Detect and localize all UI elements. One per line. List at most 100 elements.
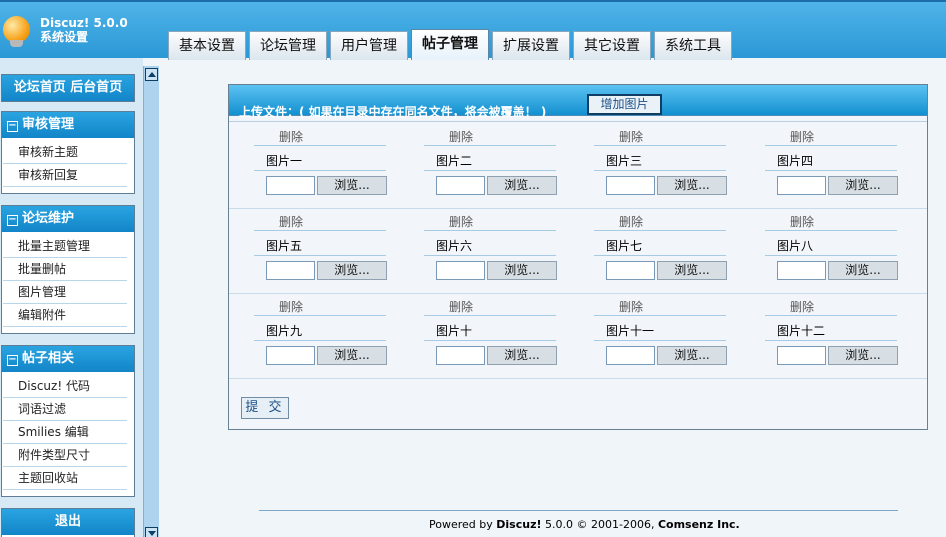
image-upload-cell: 删除 图片一 浏览...	[254, 124, 404, 209]
sidebar-home-links[interactable]: 论坛首页 后台首页	[2, 75, 134, 101]
image-name: 图片三	[606, 154, 643, 168]
app-subtitle: 系统设置	[40, 30, 89, 44]
browse-button[interactable]: 浏览...	[487, 176, 557, 195]
browse-button[interactable]: 浏览...	[828, 346, 898, 365]
browse-button[interactable]: 浏览...	[657, 346, 727, 365]
delete-link[interactable]: 删除	[619, 298, 643, 315]
sidebar-section-title: 审核管理	[22, 117, 75, 132]
logout-button[interactable]: 退出	[2, 509, 134, 535]
scroll-up-button[interactable]	[145, 68, 158, 81]
minus-box-icon[interactable]: −	[7, 355, 18, 366]
sidebar-section-posts: − 帖子相关 Discuz! 代码 词语过滤 Smilies 编辑 附件类型尺寸 …	[1, 345, 135, 497]
browse-button[interactable]: 浏览...	[317, 176, 387, 195]
file-path-input[interactable]	[777, 176, 826, 195]
delete-link[interactable]: 删除	[619, 213, 643, 230]
sidebar-item-review-replies[interactable]: 审核新回复	[3, 164, 127, 187]
file-path-input[interactable]	[606, 261, 655, 280]
image-upload-cell: 删除 图片十 浏览...	[424, 294, 574, 379]
file-path-input[interactable]	[606, 346, 655, 365]
file-path-input[interactable]	[436, 261, 485, 280]
browse-button[interactable]: 浏览...	[487, 261, 557, 280]
sidebar-section-title: 论坛维护	[22, 211, 75, 226]
scroll-down-button[interactable]	[145, 527, 158, 537]
add-image-button[interactable]: 增加图片	[587, 94, 662, 115]
browse-button[interactable]: 浏览...	[828, 261, 898, 280]
delete-link[interactable]: 删除	[790, 213, 814, 230]
tab-extension-settings[interactable]: 扩展设置	[492, 31, 570, 60]
browse-button[interactable]: 浏览...	[317, 346, 387, 365]
sidebar-item-attachment-types[interactable]: 附件类型尺寸	[3, 444, 127, 467]
delete-link[interactable]: 删除	[619, 128, 643, 145]
delete-link[interactable]: 删除	[449, 128, 473, 145]
sidebar-logout-box: 退出	[1, 508, 135, 537]
sidebar-item-smilies[interactable]: Smilies 编辑	[3, 421, 127, 444]
file-path-input[interactable]	[266, 176, 315, 195]
browse-button[interactable]: 浏览...	[657, 261, 727, 280]
file-path-input[interactable]	[266, 346, 315, 365]
top-header: Discuz! 5.0.0 系统设置 基本设置 论坛管理 用户管理 帖子管理 扩…	[0, 0, 946, 60]
lightbulb-base	[10, 40, 23, 47]
footer-product[interactable]: Discuz!	[496, 518, 541, 531]
image-upload-cell: 删除 图片七 浏览...	[594, 209, 744, 294]
tab-post-management[interactable]: 帖子管理	[411, 29, 489, 60]
image-name: 图片九	[266, 324, 303, 338]
sidebar-item-batch-delete[interactable]: 批量删帖	[3, 258, 127, 281]
footer-divider	[259, 510, 898, 511]
tab-system-tools[interactable]: 系统工具	[654, 31, 732, 60]
delete-link[interactable]: 删除	[790, 298, 814, 315]
image-upload-cell: 删除图片十二 浏览...	[765, 294, 915, 379]
delete-link[interactable]: 删除	[279, 298, 303, 315]
divider	[424, 230, 556, 231]
sidebar-section-maintenance: − 论坛维护 批量主题管理 批量删帖 图片管理 编辑附件	[1, 205, 135, 334]
tab-user-management[interactable]: 用户管理	[330, 31, 408, 60]
sidebar-item-review-threads[interactable]: 审核新主题	[3, 141, 127, 164]
divider	[254, 145, 386, 146]
tab-basic-settings[interactable]: 基本设置	[168, 31, 246, 60]
divider	[765, 255, 897, 256]
divider	[424, 315, 556, 316]
divider	[254, 315, 386, 316]
delete-link[interactable]: 删除	[790, 128, 814, 145]
image-name: 图片四	[777, 154, 814, 168]
browse-button[interactable]: 浏览...	[487, 346, 557, 365]
browse-button[interactable]: 浏览...	[657, 176, 727, 195]
delete-link[interactable]: 删除	[279, 128, 303, 145]
sidebar-item-batch-threads[interactable]: 批量主题管理	[3, 235, 127, 258]
divider	[424, 145, 556, 146]
footer-copyright: © 2001-2006,	[576, 518, 655, 531]
image-name: 图片十二	[777, 324, 826, 338]
lightbulb-icon	[3, 16, 30, 43]
file-path-input[interactable]	[777, 261, 826, 280]
sidebar-item-edit-attachments[interactable]: 编辑附件	[3, 304, 127, 327]
sidebar-home-box: 论坛首页 后台首页	[1, 74, 135, 102]
delete-link[interactable]: 删除	[449, 213, 473, 230]
panel-header-text: 上传文件：( 如果在目录中存在同名文件，将会被覆盖！ )	[239, 105, 547, 119]
delete-link[interactable]: 删除	[279, 213, 303, 230]
footer-version: 5.0.0	[545, 518, 573, 531]
sidebar-section-header[interactable]: − 帖子相关	[2, 346, 134, 372]
divider	[254, 255, 386, 256]
file-path-input[interactable]	[606, 176, 655, 195]
footer-company[interactable]: Comsenz Inc.	[658, 518, 740, 531]
delete-link[interactable]: 删除	[449, 298, 473, 315]
browse-button[interactable]: 浏览...	[317, 261, 387, 280]
file-path-input[interactable]	[266, 261, 315, 280]
browse-button[interactable]: 浏览...	[828, 176, 898, 195]
tab-forum-management[interactable]: 论坛管理	[249, 31, 327, 60]
sidebar-item-image-management[interactable]: 图片管理	[3, 281, 127, 304]
minus-box-icon[interactable]: −	[7, 215, 18, 226]
sidebar-item-recycle-bin[interactable]: 主题回收站	[3, 467, 127, 490]
file-path-input[interactable]	[436, 346, 485, 365]
sidebar-item-word-filter[interactable]: 词语过滤	[3, 398, 127, 421]
submit-button[interactable]: 提 交	[241, 397, 289, 419]
sidebar-item-discuz-code[interactable]: Discuz! 代码	[3, 375, 127, 398]
minus-box-icon[interactable]: −	[7, 121, 18, 132]
file-path-input[interactable]	[436, 176, 485, 195]
sidebar-section-header[interactable]: − 论坛维护	[2, 206, 134, 232]
file-path-input[interactable]	[777, 346, 826, 365]
sidebar-section-header[interactable]: − 审核管理	[2, 112, 134, 138]
sidebar-scrollbar[interactable]	[143, 66, 159, 537]
divider	[594, 230, 726, 231]
image-name: 图片八	[777, 239, 814, 253]
tab-other-settings[interactable]: 其它设置	[573, 31, 651, 60]
